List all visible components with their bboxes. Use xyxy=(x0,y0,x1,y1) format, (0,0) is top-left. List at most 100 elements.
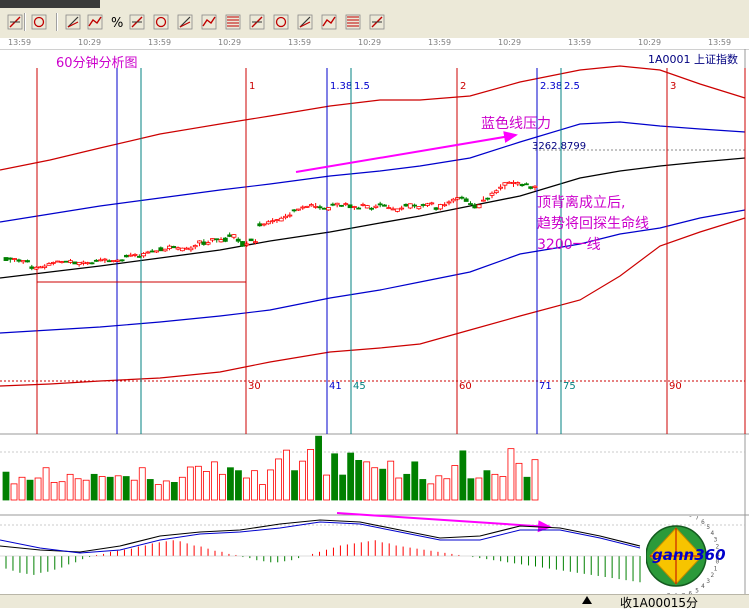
table-icon xyxy=(65,14,81,30)
candle-body xyxy=(132,253,138,256)
volume-bar xyxy=(122,476,130,501)
percent-button[interactable]: % xyxy=(108,13,126,31)
volume-bar xyxy=(315,435,322,501)
cycle-count-label: 45 xyxy=(353,381,366,392)
candle-body xyxy=(167,245,172,250)
volume-bar xyxy=(491,473,499,501)
logo-ring-digit: 8 xyxy=(689,516,693,519)
volume-bar xyxy=(42,467,50,501)
gann-tool-button[interactable] xyxy=(248,13,266,31)
candle-body xyxy=(296,208,301,211)
chart-title: 60分钟分析图 xyxy=(56,55,138,71)
candle-body xyxy=(407,203,413,209)
volume-bar xyxy=(178,476,186,501)
candle-body xyxy=(175,247,181,250)
channel-tool-button[interactable] xyxy=(272,13,290,31)
candle-body xyxy=(33,266,39,270)
volume-bar xyxy=(307,448,314,501)
circle-tool-button[interactable] xyxy=(152,13,170,31)
candle-body xyxy=(214,238,220,241)
candle-body xyxy=(300,206,306,209)
cycle-count-label: 75 xyxy=(563,381,576,392)
speed-tool-button[interactable] xyxy=(344,13,362,31)
volume-bar xyxy=(243,477,250,501)
candle-body xyxy=(257,223,263,227)
angle-tool-button[interactable] xyxy=(320,13,338,31)
candle-body xyxy=(274,219,280,222)
volume-bar xyxy=(523,476,531,501)
draw-tool-button[interactable] xyxy=(30,13,48,31)
cycle-count-label: 60 xyxy=(459,381,472,392)
candle-body xyxy=(158,247,164,252)
status-bar: 收1A00015分 xyxy=(0,594,749,610)
candle-body xyxy=(339,204,344,207)
volume-bar xyxy=(371,467,379,501)
volume-bar xyxy=(283,449,290,501)
strike-button[interactable] xyxy=(86,13,104,31)
candle-body xyxy=(179,247,185,252)
candle-body xyxy=(390,208,396,211)
divergence-annotation: 趋势将回探生命线 xyxy=(537,215,649,232)
volume-bar xyxy=(403,473,411,501)
cycle-tool-button[interactable] xyxy=(296,13,314,31)
logo-brand-text: gann360 xyxy=(652,546,726,564)
candle-body xyxy=(50,262,56,264)
candle-body xyxy=(377,203,383,206)
logo-ring-digit: 3 xyxy=(706,578,710,585)
fibo-tool-button[interactable] xyxy=(224,13,242,31)
time-label: 10:29 xyxy=(498,38,522,47)
cycle-tool-icon xyxy=(297,14,313,30)
candle-body xyxy=(523,183,529,186)
candle-body xyxy=(25,260,30,263)
logo-ring-digit: 3 xyxy=(714,537,718,544)
volume-bar xyxy=(235,470,242,501)
crosshair-button[interactable] xyxy=(6,13,24,31)
candle-body xyxy=(102,258,108,261)
pen-tool-icon xyxy=(177,14,193,30)
volume-bar xyxy=(66,473,74,501)
volume-bar xyxy=(427,483,435,501)
status-arrow-icon[interactable] xyxy=(582,596,592,604)
time-label: 13:59 xyxy=(708,38,732,47)
candle-body xyxy=(480,199,486,202)
box-tool-button[interactable] xyxy=(368,13,386,31)
time-label: 13:59 xyxy=(428,38,452,47)
candle-body xyxy=(188,247,194,251)
symbol-label: 1A0001 上证指数 xyxy=(648,52,738,66)
trend-tool-icon xyxy=(201,14,217,30)
volume-bar xyxy=(507,448,515,501)
volume-bar xyxy=(379,468,387,501)
volume-bar xyxy=(146,479,154,501)
volume-bar xyxy=(186,466,194,501)
logo-ring-digit: 4 xyxy=(701,583,705,590)
candle-body xyxy=(244,243,250,246)
candle-body xyxy=(265,221,271,225)
candle-body xyxy=(472,204,478,209)
volume-bar xyxy=(227,467,234,501)
candle-body xyxy=(317,206,323,209)
candle-body xyxy=(235,238,241,242)
candle-body xyxy=(476,204,482,209)
channel-tool-icon xyxy=(273,14,289,30)
cycle-count-label: 71 xyxy=(539,381,552,392)
candle-body xyxy=(437,204,443,210)
trend-tool-button[interactable] xyxy=(200,13,218,31)
candle-body xyxy=(111,260,116,262)
divergence-annotation: 3200一线 xyxy=(537,237,601,253)
volume-bar xyxy=(531,459,539,501)
svg-text:%: % xyxy=(111,16,123,30)
volume-bar xyxy=(98,476,106,501)
volume-bar xyxy=(515,462,523,501)
candle-body xyxy=(29,266,35,269)
line-tool-button[interactable] xyxy=(128,13,146,31)
volume-bar xyxy=(58,481,66,501)
volume-bar xyxy=(419,479,427,501)
cycle-count-label: 30 xyxy=(248,381,261,392)
volume-bar xyxy=(451,465,459,501)
logo-ring-digit: 8 xyxy=(674,593,678,594)
candle-body xyxy=(326,207,331,211)
candle-body xyxy=(89,262,95,265)
table-button[interactable] xyxy=(64,13,82,31)
chart-area[interactable]: 1 1.38 1.5 2 2.38 2.5 330 41 45 60 71 75 9060分钟分析图 1A… xyxy=(0,49,749,594)
pen-tool-button[interactable] xyxy=(176,13,194,31)
